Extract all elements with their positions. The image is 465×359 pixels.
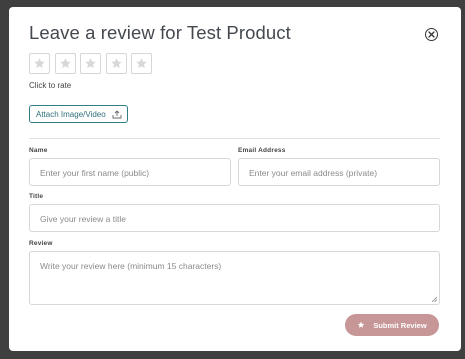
- review-textarea[interactable]: Write your review here (minimum 15 chara…: [29, 251, 440, 305]
- title-field[interactable]: Give your review a title: [29, 204, 440, 232]
- close-icon[interactable]: [425, 28, 438, 41]
- star-icon[interactable]: [131, 53, 152, 74]
- star-icon[interactable]: [29, 53, 50, 74]
- star-icon: [358, 321, 365, 328]
- email-label: Email Address: [238, 147, 286, 154]
- star-icon[interactable]: [54, 53, 76, 74]
- email-field[interactable]: Enter your email address (private): [238, 158, 440, 186]
- attach-media-button[interactable]: Attach Image/Video: [29, 105, 128, 123]
- rate-hint: Click to rate: [29, 81, 72, 90]
- name-field[interactable]: Enter your first name (public): [29, 158, 231, 186]
- submit-review-button[interactable]: Submit Review: [345, 314, 439, 336]
- name-placeholder: Enter your first name (public): [40, 168, 150, 178]
- name-label: Name: [29, 147, 48, 154]
- divider: [29, 138, 440, 139]
- star-icon[interactable]: [105, 53, 127, 74]
- star-icon[interactable]: [80, 53, 101, 74]
- review-placeholder: Write your review here (minimum 15 chara…: [40, 261, 222, 271]
- email-placeholder: Enter your email address (private): [249, 168, 378, 178]
- modal-title: Leave a review for Test Product: [29, 22, 291, 43]
- resize-handle-icon[interactable]: [431, 296, 437, 302]
- title-placeholder: Give your review a title: [40, 214, 126, 224]
- attach-label: Attach Image/Video: [36, 109, 106, 119]
- rating-stars: [29, 53, 157, 74]
- review-modal: Leave a review for Test Product Click to…: [9, 7, 461, 351]
- upload-icon: [112, 109, 122, 118]
- review-label: Review: [29, 240, 53, 247]
- title-label: Title: [29, 193, 44, 200]
- submit-label: Submit Review: [373, 320, 427, 330]
